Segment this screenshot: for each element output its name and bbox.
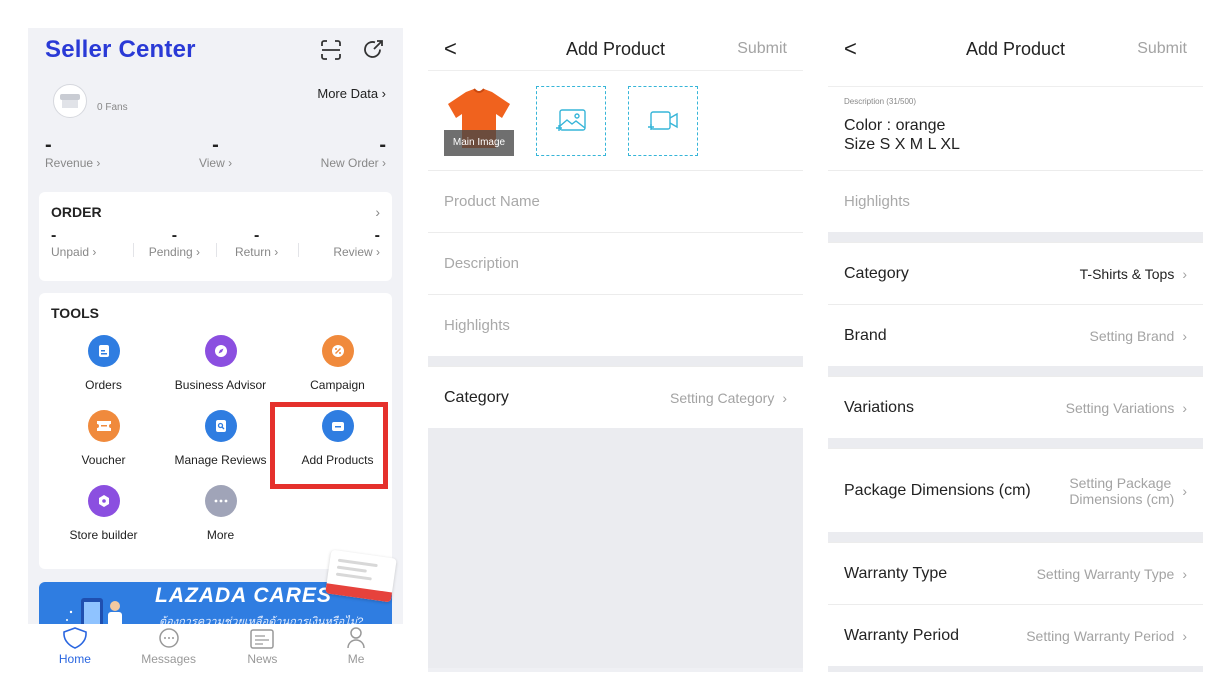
compass-icon	[204, 335, 237, 367]
order-unpaid[interactable]: - Unpaid ›	[51, 228, 133, 260]
highlights-field[interactable]: Highlights	[828, 170, 1203, 232]
add-product-screen-filled: < Add Product Submit Description (31/500…	[828, 28, 1203, 672]
description-line: Size S X M L XL	[844, 136, 960, 153]
description-field[interactable]: Description (31/500) Color : orange Size…	[828, 86, 1203, 170]
warranty-period-row[interactable]: Warranty Period Setting Warranty Period ›	[828, 604, 1203, 666]
submit-button[interactable]: Submit	[1137, 40, 1187, 58]
news-icon	[250, 629, 275, 649]
media-upload-row: Main Image	[428, 70, 803, 170]
variations-row[interactable]: Variations Setting Variations ›	[828, 376, 1203, 438]
main-image-thumbnail[interactable]: Main Image	[444, 86, 514, 156]
add-image-button[interactable]	[536, 85, 606, 156]
main-image-label: Main Image	[444, 129, 514, 156]
product-name-field[interactable]: Product Name	[428, 170, 803, 232]
promo-card-icon	[325, 549, 397, 603]
tool-voucher[interactable]: Voucher	[45, 410, 162, 485]
add-image-icon	[556, 108, 586, 131]
refresh-share-icon[interactable]	[362, 39, 384, 61]
category-row[interactable]: Category Setting Category ›	[428, 366, 803, 428]
app-title: Seller Center	[45, 36, 196, 63]
chevron-right-icon: ›	[1182, 565, 1187, 582]
ticket-icon	[87, 410, 120, 442]
scan-icon[interactable]	[320, 39, 342, 61]
tab-news[interactable]: News	[216, 624, 310, 672]
chevron-right-icon: ›	[1182, 482, 1187, 499]
tool-campaign[interactable]: Campaign	[279, 335, 396, 410]
stat-new-order[interactable]: - New Order ›	[276, 135, 386, 170]
home-icon	[63, 627, 87, 649]
tool-orders[interactable]: Orders	[45, 335, 162, 410]
brand-row[interactable]: Brand Setting Brand ›	[828, 304, 1203, 366]
more-icon	[204, 485, 237, 517]
add-product-screen-empty: < Add Product Submit Main Image Product …	[428, 28, 803, 672]
review-icon	[204, 410, 237, 442]
order-review[interactable]: - Review ›	[297, 228, 380, 259]
product-name-placeholder: Product Name	[444, 193, 540, 210]
submit-button[interactable]: Submit	[737, 40, 787, 58]
tool-more[interactable]: More	[162, 485, 279, 560]
store-avatar[interactable]	[53, 84, 87, 118]
order-card: ORDER › - Unpaid › - Pending › - Return …	[39, 192, 392, 281]
chevron-right-icon: ›	[1182, 627, 1187, 644]
chevron-right-icon: ›	[782, 389, 787, 406]
more-data-link[interactable]: More Data ›	[317, 86, 386, 101]
nav-bar: < Add Product Submit	[828, 28, 1203, 70]
tab-messages[interactable]: Messages	[122, 624, 216, 672]
seller-header: Seller Center 0 Fans More Data › - Reven…	[28, 28, 403, 188]
seller-center-screen: Seller Center 0 Fans More Data › - Reven…	[28, 28, 403, 672]
tool-business-advisor[interactable]: Business Advisor	[162, 335, 279, 410]
add-video-icon	[648, 110, 678, 130]
percent-icon	[321, 335, 354, 367]
description-placeholder: Description	[444, 255, 520, 272]
banner-title: LAZADA CARES	[155, 584, 332, 607]
order-return[interactable]: - Return ›	[215, 228, 298, 259]
description-line: Color : orange	[844, 117, 946, 134]
package-dimensions-row[interactable]: Package Dimensions (cm) Setting Package …	[828, 448, 1203, 532]
tools-title: TOOLS	[51, 305, 99, 321]
tab-me[interactable]: Me	[309, 624, 403, 672]
order-title: ORDER	[51, 204, 102, 220]
stat-view[interactable]: - View ›	[161, 135, 271, 170]
add-video-button[interactable]	[628, 85, 698, 156]
description-counter: Description (31/500)	[844, 97, 917, 106]
category-row[interactable]: Category T-Shirts & Tops ›	[828, 242, 1203, 304]
add-products-highlight	[270, 402, 388, 489]
tools-card: TOOLS Orders Business Advisor Campaign V…	[39, 293, 392, 569]
bottom-tab-bar: Home Messages News Me	[28, 624, 403, 672]
back-arrow-icon[interactable]: <	[444, 36, 484, 62]
chevron-right-icon[interactable]: ›	[375, 204, 380, 220]
back-arrow-icon[interactable]: <	[844, 36, 884, 62]
stats-row: - Revenue › - View › - New Order ›	[45, 135, 386, 170]
chevron-right-icon: ›	[1182, 399, 1187, 416]
highlights-placeholder: Highlights	[444, 317, 510, 334]
tab-home[interactable]: Home	[28, 624, 122, 672]
order-pending[interactable]: - Pending ›	[133, 228, 215, 259]
nav-bar: < Add Product Submit	[428, 28, 803, 70]
me-icon	[347, 627, 365, 649]
description-field[interactable]: Description	[428, 232, 803, 294]
tool-store-builder[interactable]: Store builder	[45, 485, 162, 560]
chevron-right-icon: ›	[1182, 327, 1187, 344]
highlights-placeholder: Highlights	[844, 193, 910, 210]
warranty-type-row[interactable]: Warranty Type Setting Warranty Type ›	[828, 542, 1203, 604]
chevron-right-icon: ›	[1182, 265, 1187, 282]
fans-count: 0 Fans	[97, 102, 128, 113]
store-builder-icon	[87, 485, 120, 517]
banner-illustration	[66, 598, 122, 628]
tool-manage-reviews[interactable]: Manage Reviews	[162, 410, 279, 485]
highlights-field[interactable]: Highlights	[428, 294, 803, 356]
orders-icon	[87, 335, 120, 367]
stat-revenue[interactable]: - Revenue ›	[45, 135, 155, 170]
messages-icon	[158, 628, 179, 648]
